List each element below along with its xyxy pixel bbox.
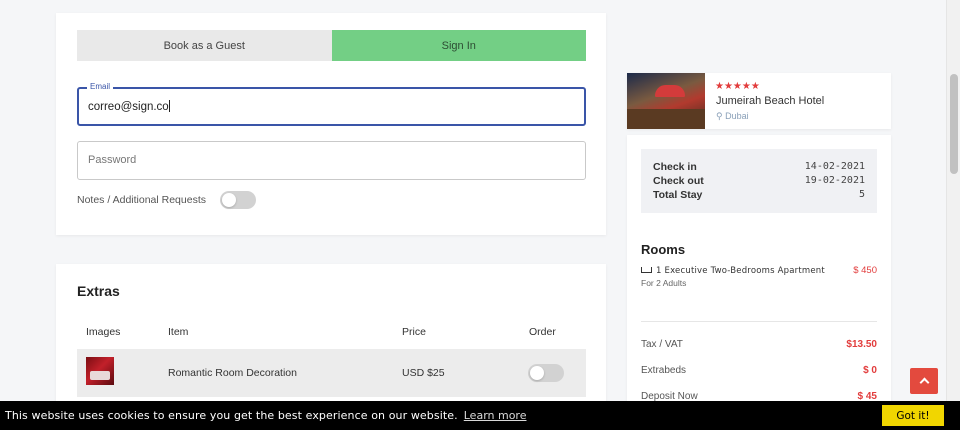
extra-item-name: Romantic Room Decoration [168, 367, 297, 379]
scrollbar-thumb[interactable] [950, 74, 958, 174]
password-field[interactable]: Password [77, 141, 586, 180]
email-label: Email [87, 82, 114, 91]
email-field[interactable]: Email correo@sign.co [77, 82, 586, 126]
cookie-message: This website uses cookies to ensure you … [5, 409, 458, 422]
stay-details: Check in 14-02-2021 Check out 19-02-2021… [641, 149, 877, 213]
column-header-price: Price [402, 326, 426, 338]
booking-summary-card: Check in 14-02-2021 Check out 19-02-2021… [627, 135, 891, 415]
extrabeds-value: $ 0 [863, 365, 877, 376]
room-name: 1 Executive Two-Bedrooms Apartment [656, 266, 825, 276]
extras-title: Extras [77, 283, 120, 299]
notes-row: Notes / Additional Requests [77, 191, 256, 209]
scroll-to-top-button[interactable] [910, 368, 938, 394]
tax-value: $13.50 [846, 339, 877, 350]
extrabeds-label: Extrabeds [641, 365, 687, 376]
extra-order-toggle[interactable] [528, 364, 564, 382]
booking-form-card: Book as a Guest Sign In Email correo@sig… [56, 13, 606, 235]
tax-label: Tax / VAT [641, 339, 683, 350]
column-header-item: Item [168, 326, 189, 338]
cookie-accept-button[interactable]: Got it! [882, 405, 944, 426]
bed-icon [641, 267, 652, 273]
total-stay-value: 5 [858, 189, 865, 200]
page-scrollbar[interactable] [946, 0, 960, 430]
extrabeds-row: Extrabeds $ 0 [641, 365, 877, 376]
hotel-card: ★★★★★ Jumeirah Beach Hotel ⚲ Dubai [627, 73, 891, 129]
checkin-value: 14-02-2021 [804, 161, 865, 172]
total-stay-label: Total Stay [653, 189, 703, 201]
password-placeholder: Password [88, 154, 137, 166]
checkout-value: 19-02-2021 [804, 175, 865, 186]
extra-item-price: USD $25 [402, 367, 445, 379]
text-caret [168, 100, 170, 112]
toggle-knob [222, 193, 236, 207]
toggle-knob [530, 366, 544, 380]
hotel-name: Jumeirah Beach Hotel [716, 95, 825, 107]
email-value: correo@sign.co [88, 100, 170, 113]
map-pin-icon: ⚲ [716, 111, 723, 121]
hotel-image [627, 73, 705, 129]
tax-row: Tax / VAT $13.50 [641, 339, 877, 350]
booking-tabs: Book as a Guest Sign In [77, 30, 586, 61]
star-rating: ★★★★★ [715, 81, 760, 92]
divider [641, 321, 877, 322]
rooms-title: Rooms [641, 242, 686, 257]
column-header-images: Images [86, 326, 121, 338]
cookie-consent-bar: This website uses cookies to ensure you … [0, 401, 960, 430]
tab-sign-in[interactable]: Sign In [331, 30, 586, 61]
checkout-label: Check out [653, 175, 704, 187]
notes-toggle[interactable] [220, 191, 256, 209]
chevron-up-icon [919, 377, 929, 388]
extra-thumbnail-image [86, 357, 114, 385]
notes-label: Notes / Additional Requests [77, 194, 206, 206]
tab-book-as-guest[interactable]: Book as a Guest [77, 30, 332, 61]
column-header-order: Order [529, 326, 556, 338]
room-price: $ 450 [853, 265, 877, 276]
checkin-label: Check in [653, 161, 697, 173]
table-row: Romantic Room Decoration USD $25 [77, 349, 586, 397]
room-item: 1 Executive Two-Bedrooms Apartment $ 450 [641, 265, 877, 276]
room-guests: For 2 Adults [641, 278, 687, 288]
cookie-learn-more-link[interactable]: Learn more [464, 409, 527, 422]
hotel-location: ⚲ Dubai [716, 111, 749, 121]
